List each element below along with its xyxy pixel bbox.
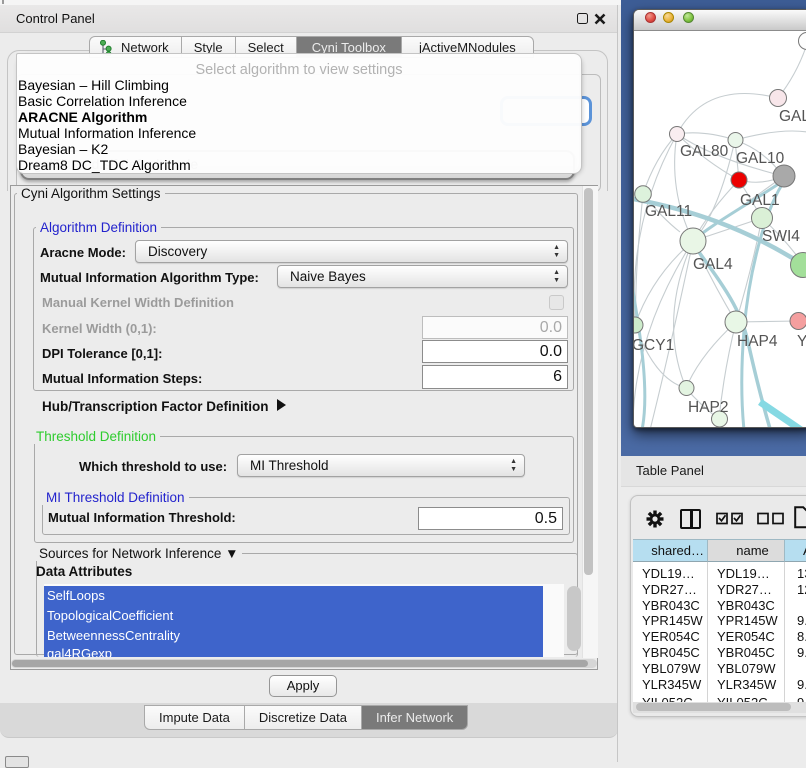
svg-text:GAL4: GAL4 [693, 256, 733, 273]
svg-text:GAL10: GAL10 [736, 150, 785, 167]
svg-text:GAL11: GAL11 [645, 203, 692, 220]
svg-text:Y: Y [797, 333, 806, 350]
svg-text:HAP4: HAP4 [737, 333, 778, 350]
svg-text:GAL: GAL [779, 108, 806, 125]
svg-text:GAL80: GAL80 [680, 143, 729, 160]
svg-text:GAL1: GAL1 [740, 192, 780, 209]
svg-text:GCY1: GCY1 [634, 337, 674, 354]
svg-text:HAP2: HAP2 [688, 399, 729, 416]
svg-text:SWI4: SWI4 [762, 228, 800, 245]
